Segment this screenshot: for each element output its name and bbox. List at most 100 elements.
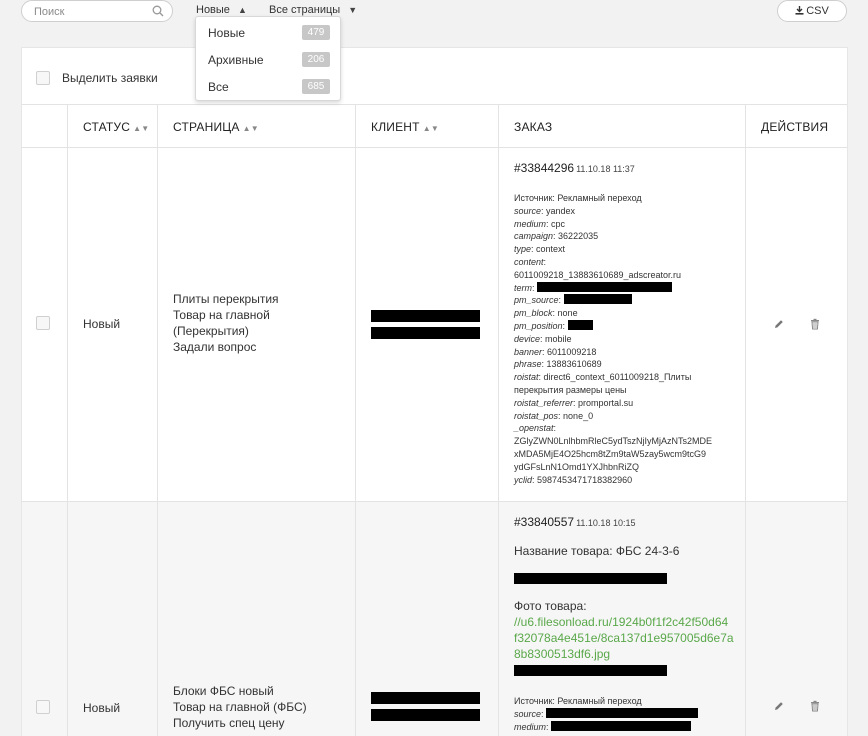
status-filter[interactable]: Новые ▲: [196, 4, 247, 16]
detail-line: term:: [514, 281, 712, 295]
order-date: 11.10.18 10:15: [576, 518, 636, 528]
detail-line: pm_source:: [514, 294, 712, 307]
download-icon: [795, 6, 804, 15]
redacted-client: [371, 327, 480, 339]
sort-icon: ▲▼: [242, 124, 259, 133]
column-header-label: КЛИЕНТ: [371, 120, 420, 134]
pages-filter[interactable]: Все страницы ▼: [269, 4, 357, 16]
divider: [157, 104, 158, 736]
redacted-value: [567, 319, 593, 330]
detail-line: type: context: [514, 244, 566, 255]
status-cell: Новый: [83, 701, 121, 715]
photo-link-line[interactable]: f32078a4e451e/8ca137d1e957005d6e7a: [514, 630, 734, 646]
divider: [22, 147, 847, 148]
photo-link-line[interactable]: //u6.filesonload.ru/1924b0f1f2c42f50d64: [514, 614, 734, 630]
dropdown-item-all[interactable]: Все 685: [196, 73, 340, 99]
page-line: Плиты перекрытия: [173, 292, 279, 306]
column-header-label: СТАТУС: [83, 120, 131, 134]
detail-line: ZGlyZWN0LnlhbmRleC5ydTszNjIyMjAzNTs2MDE: [514, 436, 713, 447]
page-line: Блоки ФБС новый: [173, 684, 274, 698]
detail-line: phrase: 13883610689: [514, 359, 602, 370]
order-number: #33840557 11.10.18 10:15: [514, 515, 635, 529]
order-id: #33844296: [514, 161, 575, 175]
photo-link-line[interactable]: 8b8300513df6.jpg: [514, 646, 734, 662]
detail-line: yclid: 5987453471718382960: [514, 474, 633, 485]
order-details: Источник: Рекламный переход source: medi…: [514, 695, 699, 734]
column-header-label: ЗАКАЗ: [514, 120, 553, 134]
csv-label: CSV: [806, 5, 829, 17]
page-cell: Блоки ФБС новый Товар на главной (ФБС) П…: [173, 683, 307, 731]
status-filter-label: Новые: [196, 4, 230, 16]
trash-icon[interactable]: [809, 700, 821, 712]
redacted-value: [514, 665, 667, 676]
detail-line: pm_block: none: [514, 308, 578, 319]
dropdown-item-label: Все: [208, 80, 229, 94]
select-all-label: Выделить заявки: [62, 71, 158, 85]
detail-line: banner: 6011009218: [514, 346, 597, 357]
row-checkbox[interactable]: [36, 700, 50, 714]
edit-icon[interactable]: [773, 318, 785, 330]
detail-line: medium:: [514, 720, 698, 734]
detail-line: roistat_pos: none_0: [514, 410, 594, 421]
redacted-value: [546, 707, 699, 718]
redacted-value: [514, 573, 667, 584]
detail-line: campaign: 36222035: [514, 231, 599, 242]
column-header-actions: ДЕЙСТВИЯ: [761, 120, 828, 134]
caret-down-icon: ▼: [348, 5, 358, 15]
detail-line: Источник: Рекламный переход: [514, 696, 642, 706]
redacted-client: [371, 310, 480, 322]
product-name: Название товара: ФБС 24-3-6: [514, 544, 680, 558]
column-header-label: ДЕЙСТВИЯ: [761, 120, 829, 134]
detail-line: source: yandex: [514, 205, 576, 216]
dropdown-item-archived[interactable]: Архивные 206: [196, 46, 340, 72]
divider: [498, 104, 499, 736]
caret-up-icon: ▲: [237, 5, 247, 15]
status-cell: Новый: [83, 317, 121, 331]
divider: [22, 104, 847, 105]
search-input[interactable]: [34, 4, 144, 19]
sort-icon: ▲▼: [422, 124, 439, 133]
page-cell: Плиты перекрытия Товар на главной (Перек…: [173, 291, 279, 355]
divider: [355, 104, 356, 736]
detail-line: content:: [514, 256, 547, 267]
status-dropdown-menu: Новые 479 Архивные 206 Все 685: [195, 16, 341, 101]
divider: [745, 104, 746, 736]
sort-icon: ▲▼: [133, 124, 150, 133]
dropdown-item-new[interactable]: Новые 479: [196, 19, 340, 45]
page-line: Задали вопрос: [173, 340, 257, 354]
dropdown-item-label: Новые: [208, 26, 246, 40]
detail-line: перекрытия размеры цены: [514, 384, 627, 395]
column-header-client[interactable]: КЛИЕНТ ▲▼: [371, 120, 439, 134]
edit-icon[interactable]: [773, 700, 785, 712]
csv-export-button[interactable]: CSV: [777, 0, 847, 22]
photo-label: Фото товара:: [514, 599, 587, 613]
trash-icon[interactable]: [809, 318, 821, 330]
order-details: Источник: Рекламный переход source: yand…: [514, 192, 712, 486]
orders-panel: Выделить заявки СТАТУС ▲▼ СТРАНИЦА ▲▼ КЛИЕ…: [21, 47, 848, 736]
column-header-status[interactable]: СТАТУС ▲▼: [83, 120, 149, 134]
redacted-value: [551, 720, 692, 731]
search-icon[interactable]: [152, 5, 164, 17]
detail-line: Источник: Рекламный переход: [514, 193, 642, 203]
select-all-checkbox[interactable]: [36, 71, 50, 85]
page-line: Получить спец цену: [173, 716, 285, 730]
column-header-page[interactable]: СТРАНИЦА ▲▼: [173, 120, 259, 134]
page-line: (Перекрытия): [173, 324, 249, 338]
page-line: Товар на главной (ФБС): [173, 700, 307, 714]
detail-line: pm_position:: [514, 319, 712, 333]
dropdown-item-label: Архивные: [208, 53, 264, 67]
column-header-order: ЗАКАЗ: [514, 120, 552, 134]
detail-line: 6011009218_13883610689_adscreator.ru: [514, 269, 681, 280]
detail-line: xMDA5MjE4O25hcm8tZm9taW5zay5wcm9tcG9: [514, 448, 707, 459]
order-number: #33844296 11.10.18 11:37: [514, 161, 635, 175]
search-box[interactable]: [21, 0, 173, 22]
row-checkbox[interactable]: [36, 316, 50, 330]
page-line: Товар на главной: [173, 308, 270, 322]
count-badge: 206: [302, 52, 330, 67]
detail-line: device: mobile: [514, 333, 572, 344]
photo-link[interactable]: //u6.filesonload.ru/1924b0f1f2c42f50d64 …: [514, 614, 734, 662]
redacted-client: [371, 692, 480, 704]
count-badge: 479: [302, 25, 330, 40]
order-id: #33840557: [514, 515, 575, 529]
divider: [67, 104, 68, 736]
